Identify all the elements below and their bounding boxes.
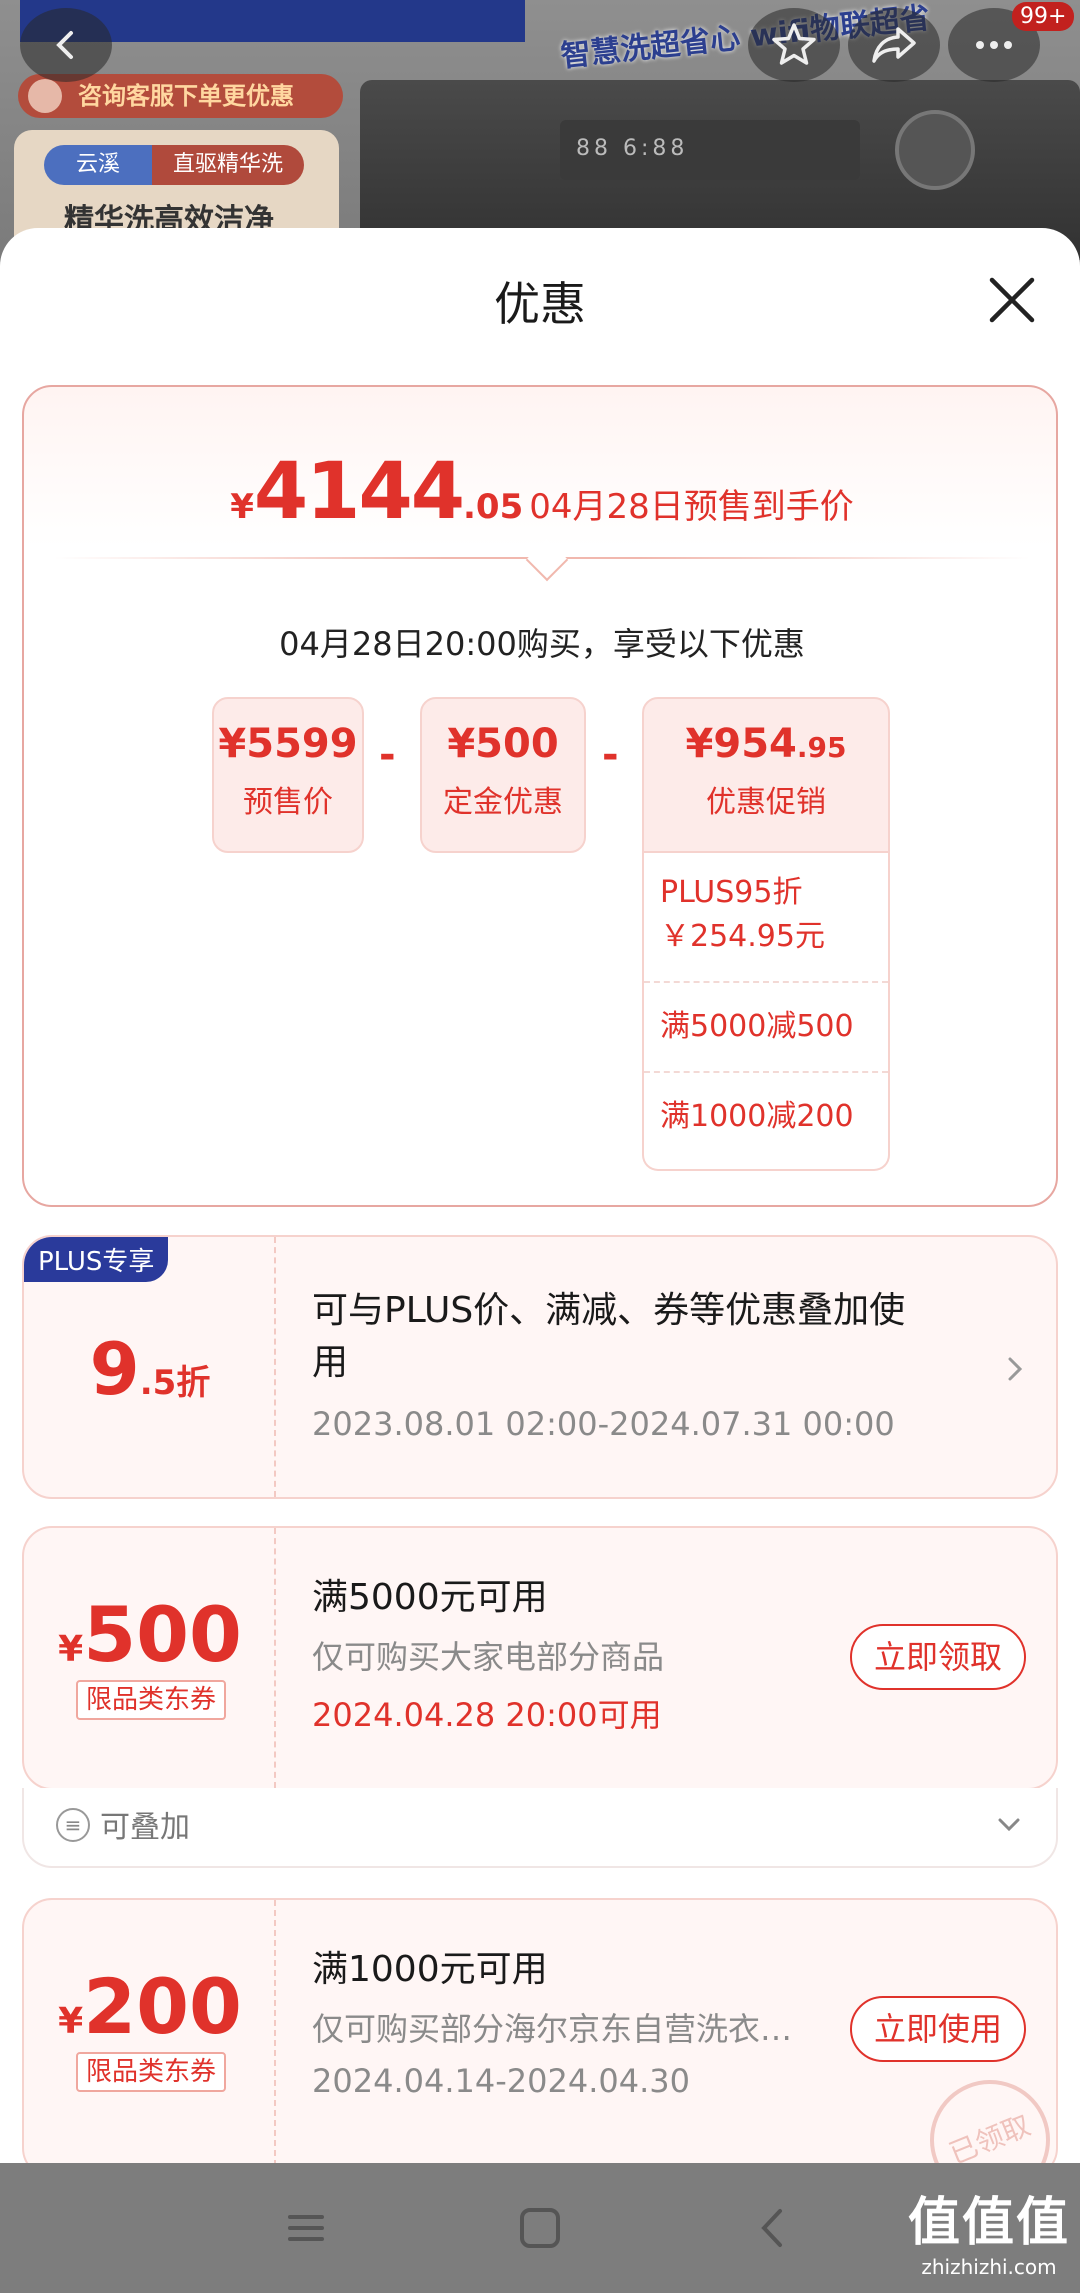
minus-sign: - [379,732,396,778]
coupon-date: 2024.04.28 20:00可用 [312,1696,662,1734]
use-coupon-button[interactable]: 立即使用 [850,1996,1026,2062]
favorite-button[interactable] [748,8,840,82]
coupon-amount: ¥500 [24,1590,276,1679]
feature-tag-a: 云溪 [44,145,152,185]
promotion-label: 优惠促销 [706,785,826,820]
presale-label: 预售价 [243,785,333,820]
washer-display: 88 6:88 [560,120,860,180]
promotion-value-int: ¥954 [685,721,797,767]
coupon-currency: ¥ [58,1629,84,1670]
coupon-subtitle: 仅可购买大家电部分商品 [312,1638,665,1676]
plus-tag: PLUS专享 [24,1237,169,1282]
price-decimal: .05 [463,487,524,527]
discount-sheet: 优惠 ¥4144.05 04月28日预售到手价 04月28日20:00购买，享受以… [0,228,1080,2163]
promo-item-plus: PLUS95折 ￥254.95元 [644,853,888,983]
coupon-title: 满1000元可用 [312,1949,548,1990]
consult-text: 咨询客服下单更优惠 [78,82,294,110]
promotion-box: ¥954.95 优惠促销 [642,697,890,853]
coupon-value: 500 [83,1590,242,1679]
back-nav-icon[interactable] [744,2203,804,2253]
promo-item-5000: 满5000减500 [644,983,888,1073]
chevron-right-icon[interactable] [1004,1353,1028,1385]
plus-left: PLUS专享 9.5折 [24,1237,276,1497]
coupon-title: 满5000元可用 [312,1577,548,1618]
final-price: ¥4144.05 04月28日预售到手价 [24,447,1060,537]
stackable-row[interactable]: ≡ 可叠加 [22,1788,1058,1868]
watermark-main: 值值值 [907,2193,1070,2253]
discount-suffix: .5折 [139,1363,211,1403]
coupon-subtitle: 仅可购买部分海尔京东自营洗衣… [312,2010,793,2048]
coupon-left: ¥500 限品类东券 [24,1528,276,1788]
promo-item-1000: 满1000减200 [660,1099,854,1134]
presale-value: ¥5599 [218,721,358,767]
coupon-card-500: ¥500 限品类东券 满5000元可用 仅可购买大家电部分商品 2024.04.… [22,1526,1058,1790]
star-icon [772,23,816,65]
coupon-currency: ¥ [58,2001,84,2042]
stackable-text: 可叠加 [100,1810,190,1845]
currency-symbol: ¥ [230,487,254,527]
coupon-left: ¥200 限品类东券 [24,1900,276,2163]
close-button[interactable] [982,270,1042,330]
deposit-discount-box: ¥500 定金优惠 [420,697,586,853]
plus-right: 可与PLUS价、满减、券等优惠叠加使用 2023.08.01 02:00-202… [312,1237,1056,1497]
close-icon [989,277,1035,323]
notification-badge: 99+ [1012,2,1075,31]
back-button[interactable] [20,8,112,82]
coupon-value: 200 [83,1962,242,2051]
buy-time-text: 04月28日20:00购买，享受以下优惠 [279,625,805,663]
discount-int: 9 [89,1327,140,1411]
plus-discount-card[interactable]: PLUS专享 9.5折 可与PLUS价、满减、券等优惠叠加使用 2023.08.… [22,1235,1058,1499]
home-square-icon[interactable] [510,2203,570,2253]
plus-title: 可与PLUS价、满减、券等优惠叠加使用 [312,1290,906,1383]
plus-date: 2023.08.01 02:00-2024.07.31 00:00 [312,1405,895,1443]
washer-knob [895,110,975,190]
stack-icon: ≡ [56,1808,90,1842]
plus-discount: 9.5折 [24,1327,276,1411]
promotion-value: ¥954.95 [644,721,888,767]
claim-coupon-button[interactable]: 立即领取 [850,1624,1026,1690]
coupon-card-200: ¥200 限品类东券 满1000元可用 仅可购买部分海尔京东自营洗衣… 2024… [22,1898,1058,2163]
deposit-label: 定金优惠 [443,785,563,820]
deposit-value: ¥500 [447,721,559,767]
presale-price-box: ¥5599 预售价 [212,697,364,853]
chevron-down-icon [998,1818,1020,1832]
share-icon [872,27,916,63]
price-description: 04月28日预售到手价 [529,487,854,527]
category-limit-tag: 限品类东券 [76,2052,226,2092]
chevron-left-icon [56,31,73,59]
watermark: 值值值 zhizhizhi.com [908,2180,1070,2279]
menu-icon[interactable] [276,2203,336,2253]
sheet-title: 优惠 [494,277,586,331]
coupon-date: 2024.04.14-2024.04.30 [312,2062,690,2100]
divider-notch [525,538,569,582]
price-integer: 4144 [253,447,465,537]
promotion-value-dec: .95 [796,731,847,764]
share-button[interactable] [848,8,940,82]
category-limit-tag: 限品类东券 [76,1680,226,1720]
coupon-amount: ¥200 [24,1962,276,2051]
promotion-detail-list: PLUS95折 ￥254.95元 满5000减500 满1000减200 [642,853,890,1171]
more-icon [976,41,1012,49]
service-icon [28,79,62,113]
price-summary-card: ¥4144.05 04月28日预售到手价 04月28日20:00购买，享受以下优惠… [22,385,1058,1207]
minus-sign: - [602,732,619,778]
feature-tag-b: 直驱精华洗 [152,145,304,185]
watermark-sub: zhizhizhi.com [921,2255,1057,2279]
